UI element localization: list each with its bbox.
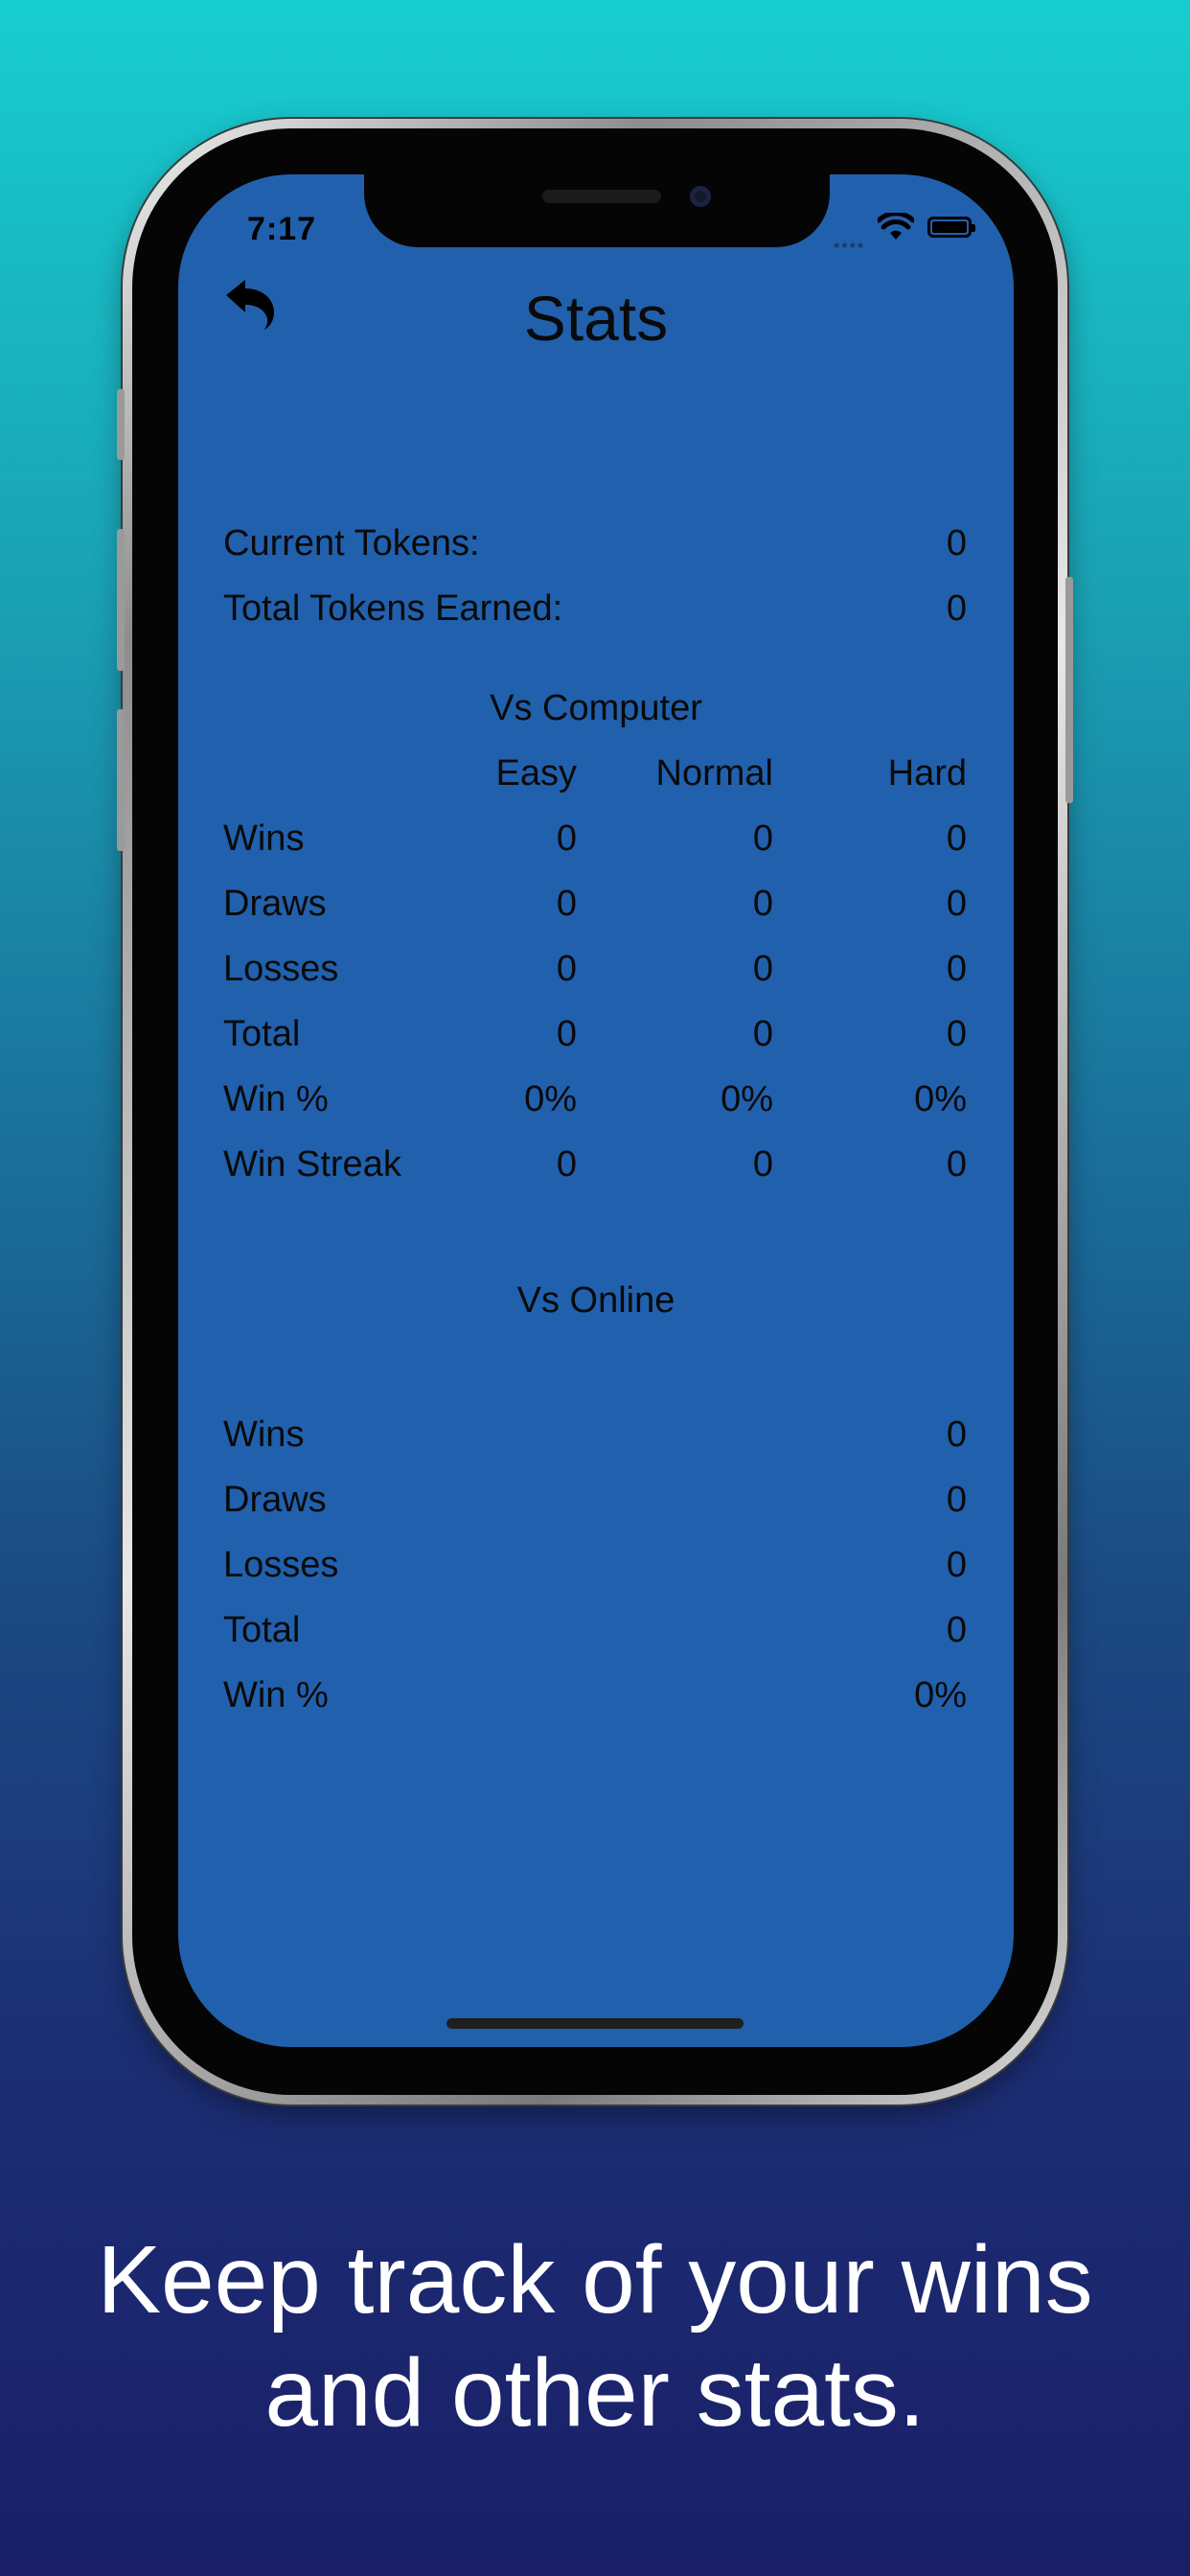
computer-winpct-easy: 0% (524, 1079, 577, 1119)
computer-draws-normal: 0 (752, 884, 773, 924)
computer-losses-hard: 0 (946, 949, 967, 989)
online-row-label: Total (223, 1610, 301, 1650)
online-draws-value: 0 (946, 1480, 967, 1520)
home-indicator[interactable] (446, 2018, 744, 2029)
wifi-icon (878, 213, 914, 240)
computer-draws-hard: 0 (946, 884, 967, 924)
speaker-grille (542, 190, 661, 203)
computer-row-label: Win Streak (223, 1144, 401, 1184)
computer-losses-normal: 0 (752, 949, 773, 989)
online-winpct-value: 0% (914, 1675, 967, 1715)
column-header-hard: Hard (887, 753, 967, 794)
computer-streak-hard: 0 (946, 1144, 967, 1184)
computer-wins-easy: 0 (556, 818, 577, 859)
computer-total-easy: 0 (556, 1014, 577, 1054)
computer-winpct-normal: 0% (721, 1079, 773, 1119)
online-total-value: 0 (946, 1610, 967, 1650)
column-header-normal: Normal (655, 753, 773, 794)
current-tokens-value: 0 (946, 523, 967, 564)
computer-row-label: Wins (223, 818, 305, 859)
front-camera (690, 186, 711, 207)
online-row-label: Wins (223, 1414, 305, 1455)
online-losses-value: 0 (946, 1545, 967, 1585)
page-title: Stats (523, 283, 669, 354)
computer-row-label: Draws (223, 884, 327, 924)
computer-row-label: Total (223, 1014, 301, 1054)
marketing-caption: Keep track of your wins and other stats. (0, 2223, 1190, 2450)
column-header-easy: Easy (495, 753, 577, 794)
status-time: 7:17 (247, 211, 317, 247)
phone-silent-switch (117, 389, 125, 460)
computer-losses-easy: 0 (556, 949, 577, 989)
vs-online-heading: Vs Online (516, 1280, 675, 1321)
current-tokens-label: Current Tokens: (223, 523, 480, 564)
computer-streak-normal: 0 (752, 1144, 773, 1184)
computer-row-label: Win % (223, 1079, 329, 1119)
online-row-label: Win % (223, 1675, 329, 1715)
caption-line-2: and other stats. (264, 2339, 926, 2447)
total-tokens-value: 0 (946, 588, 967, 629)
computer-total-normal: 0 (752, 1014, 773, 1054)
caption-line-1: Keep track of your wins (97, 2226, 1093, 2334)
notch (364, 174, 830, 247)
computer-streak-easy: 0 (556, 1144, 577, 1184)
app-screen: 7:17 •••• Stats Current Tokens: 0 Total … (178, 174, 1014, 2047)
computer-draws-easy: 0 (556, 884, 577, 924)
battery-icon (927, 217, 975, 238)
online-row-label: Losses (223, 1545, 339, 1585)
computer-total-hard: 0 (946, 1014, 967, 1054)
computer-row-label: Losses (223, 949, 339, 989)
phone-volume-down-button (117, 709, 125, 851)
online-row-label: Draws (223, 1480, 327, 1520)
total-tokens-label: Total Tokens Earned: (223, 588, 563, 629)
phone-volume-up-button (117, 529, 125, 671)
computer-winpct-hard: 0% (914, 1079, 967, 1119)
phone-power-button (1065, 577, 1073, 803)
computer-wins-hard: 0 (946, 818, 967, 859)
vs-computer-heading: Vs Computer (490, 688, 702, 728)
computer-wins-normal: 0 (752, 818, 773, 859)
online-wins-value: 0 (946, 1414, 967, 1455)
signal-dots-icon: •••• (834, 236, 866, 255)
